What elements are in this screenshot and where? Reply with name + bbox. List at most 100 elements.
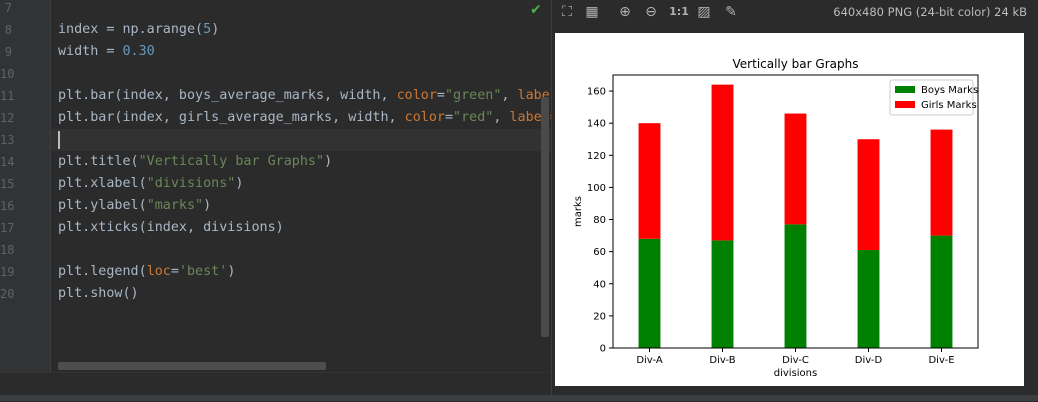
code-token: plt.ylabel( [58,198,147,213]
current-line-highlight [51,129,551,151]
code-token: 5 [203,22,212,37]
bar-boys-marks [857,250,880,348]
bar-girls-marks [857,139,880,251]
horizontal-scrollbar[interactable] [58,362,326,370]
line-number: 10 [0,67,15,81]
y-tick-label: 0 [600,344,606,355]
actual-size-icon[interactable]: 1:1 [668,3,690,21]
bar-chart: 0 20 40 60 80 100 120 140 160 Div-A Div-B Div-C Div-… [573,57,979,379]
y-axis-label: marks [573,196,584,227]
line-number: 18 [0,243,15,257]
vertical-scrollbar[interactable] [541,97,549,337]
code-token: 'best' [178,264,228,279]
code-token: plt.legend( [58,264,147,279]
x-axis-label: divisions [774,368,817,379]
legend-swatch [895,86,915,93]
y-tick-label: 100 [587,183,606,194]
code-token: = [170,264,179,279]
line-number: 9 [4,45,12,59]
code-token: ) [227,264,236,279]
code-token: 0.30 [122,44,155,59]
status-bar [0,395,1038,401]
line-number: 16 [0,199,15,213]
code-line[interactable]: plt.xticks(index, divisions) [58,217,284,239]
code-token: ) [235,176,244,191]
line-number: 12 [0,111,15,125]
code-token: = [436,88,445,103]
grid-icon[interactable]: ▦ [583,3,601,21]
code-token: plt.bar(index, boys_average_marks, width… [58,88,397,103]
legend-label: Boys Marks [921,85,978,96]
code-token: plt.show() [58,286,139,301]
bar-boys-marks [784,224,807,348]
line-number: 14 [0,155,15,169]
code-line[interactable]: plt.legend(loc='best') [58,261,235,283]
legend-label: Girls Marks [921,100,977,111]
code-token: plt.xlabel( [58,176,147,191]
image-viewer: ⛶ ▦ ⊕ ⊖ 1:1 ▨ ✎ 640x480 PNG (24-bit color) 24 … [551,0,1038,395]
code-token: plt.bar(index, girls_average_marks, widt… [58,110,405,125]
code-line[interactable]: index = np.arange(5) [58,19,219,41]
code-token: color [396,88,437,103]
code-token: "divisions" [146,176,236,191]
background-icon[interactable]: ▨ [695,3,713,21]
bar-girls-marks [784,113,807,225]
code-token: plt.title( [58,154,139,169]
y-tick-label: 140 [587,119,606,130]
code-token: width = [58,44,123,59]
code-token: "Vertically bar Graphs" [138,154,325,169]
y-tick-label: 40 [593,279,606,290]
inspection-ok-icon[interactable]: ✔ [530,1,542,19]
code-line[interactable]: plt.title("Vertically bar Graphs") [58,151,332,173]
chart-title: Vertically bar Graphs [733,57,859,71]
x-tick-label: Div-A [636,355,663,366]
code-line[interactable]: plt.bar(index, boys_average_marks, width… [58,85,551,107]
code-token: "red" [453,110,494,125]
line-number: 20 [0,287,15,301]
code-token: , [493,110,510,125]
code-token: plt.xticks(index, divisions) [58,220,284,235]
code-token: "green" [444,88,502,103]
line-number: 8 [4,23,12,37]
bar-boys-marks [930,235,953,348]
bar-boys-marks [638,238,661,348]
bar-boys-marks [711,240,734,348]
code-token: "marks" [146,198,204,213]
text-caret [58,131,60,149]
line-number: 7 [4,1,12,15]
code-token: color [404,110,445,125]
fit-screen-icon[interactable]: ⛶ [558,3,576,21]
code-token: index = np.arange( [58,22,204,37]
code-token: ) [203,198,212,213]
code-line[interactable]: plt.ylabel("marks") [58,195,211,217]
y-tick-label: 80 [593,215,606,226]
code-line[interactable]: plt.show() [58,283,139,305]
y-tick-label: 120 [587,151,606,162]
code-line[interactable]: width = 0.30 [58,41,155,63]
code-token: , [501,88,518,103]
image-info: 640x480 PNG (24-bit color) 24 kB [833,5,1027,19]
y-tick-label: 160 [587,87,606,98]
line-number: 11 [0,89,15,103]
x-tick-label: Div-E [928,355,954,366]
zoom-out-icon[interactable]: ⊖ [642,3,660,21]
y-tick-label: 60 [593,247,606,258]
code-token: = [444,110,454,125]
x-tick-label: Div-C [782,355,809,366]
x-tick-label: Div-B [709,355,735,366]
code-token: ) [211,22,220,37]
code-editor[interactable]: 7 8 9 10 11 12 13 14 15 16 17 18 19 20 index = np.ara… [0,0,551,372]
bar-girls-marks [711,84,734,241]
line-number: 13 [0,133,15,147]
color-picker-icon[interactable]: ✎ [722,3,740,21]
line-number: 17 [0,221,15,235]
zoom-in-icon[interactable]: ⊕ [616,3,634,21]
gutter-divider [50,0,51,372]
y-tick-label: 20 [593,311,606,322]
code-line[interactable]: plt.bar(index, girls_average_marks, widt… [58,107,551,129]
x-tick-label: Div-D [855,355,883,366]
code-line[interactable]: plt.xlabel("divisions") [58,173,243,195]
bar-girls-marks [930,129,953,236]
code-token: loc [146,264,171,279]
line-number-gutter: 7 8 9 10 11 12 13 14 15 16 17 18 19 20 [0,0,50,372]
